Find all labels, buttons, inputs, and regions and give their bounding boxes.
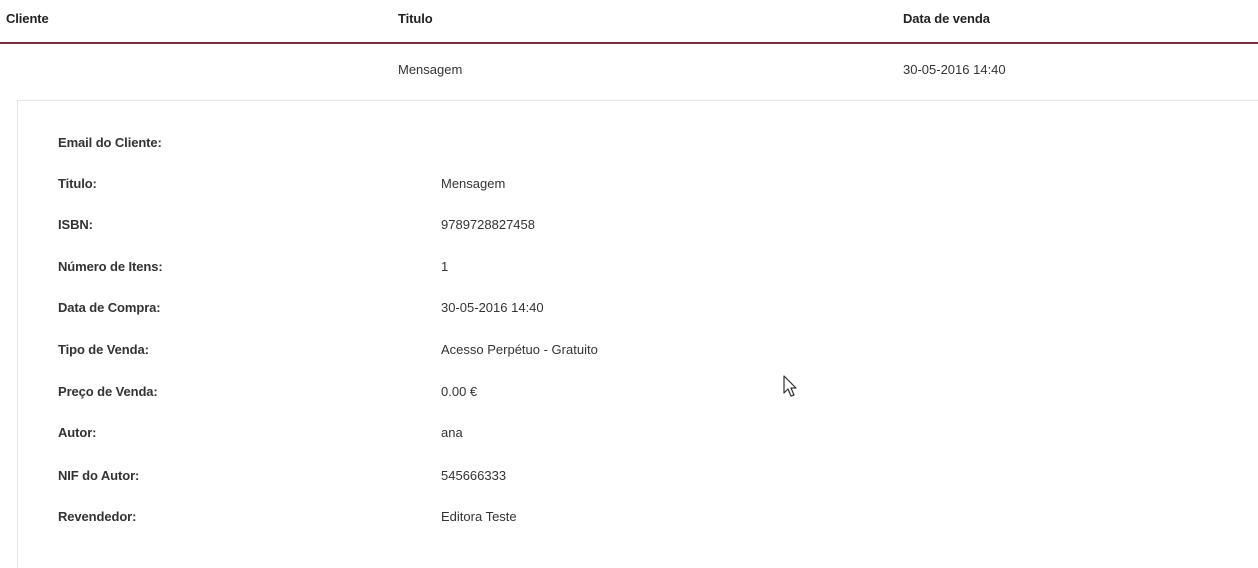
cell-sale-date: 30-05-2016 14:40 (903, 62, 1006, 77)
detail-label: Data de Compra: (58, 300, 161, 315)
detail-label: Autor: (58, 425, 97, 440)
detail-label: Revendedor: (58, 509, 137, 524)
detail-row-author-nif: NIF do Autor: 545666333 (18, 468, 1018, 488)
detail-row-sale-type: Tipo de Venda: Acesso Perpétuo - Gratuit… (18, 342, 1018, 362)
detail-row-author: Autor: ana (18, 425, 1018, 445)
header-client[interactable]: Cliente (6, 11, 49, 26)
detail-value: 30-05-2016 14:40 (441, 300, 544, 315)
header-title[interactable]: Titulo (398, 11, 433, 26)
detail-label: Preço de Venda: (58, 384, 158, 399)
sale-detail-panel: Email do Cliente: Titulo: Mensagem ISBN:… (17, 100, 1258, 568)
sales-table-header: Cliente Titulo Data de venda (0, 0, 1258, 44)
detail-row-client-email: Email do Cliente: (18, 135, 1018, 155)
detail-value: Editora Teste (441, 509, 517, 524)
detail-label: NIF do Autor: (58, 468, 140, 483)
detail-value: ana (441, 425, 463, 440)
detail-value: Acesso Perpétuo - Gratuito (441, 342, 598, 357)
detail-value: 0.00 € (441, 384, 478, 399)
detail-value: 9789728827458 (441, 217, 535, 232)
detail-label: Número de Itens: (58, 259, 163, 274)
detail-row-purchase-date: Data de Compra: 30-05-2016 14:40 (18, 300, 1018, 320)
detail-value: 545666333 (441, 468, 507, 483)
detail-label: ISBN: (58, 217, 93, 232)
table-row[interactable]: Mensagem 30-05-2016 14:40 (0, 46, 1258, 98)
header-sale-date[interactable]: Data de venda (903, 11, 990, 26)
detail-row-reseller: Revendedor: Editora Teste (18, 509, 1018, 529)
detail-label: Email do Cliente: (58, 135, 162, 150)
detail-row-isbn: ISBN: 9789728827458 (18, 217, 1018, 237)
detail-row-sale-price: Preço de Venda: 0.00 € (18, 384, 1018, 404)
detail-value: 1 (441, 259, 449, 274)
detail-row-title: Titulo: Mensagem (18, 176, 1018, 196)
detail-label: Titulo: (58, 176, 97, 191)
detail-row-item-count: Número de Itens: 1 (18, 259, 1018, 279)
detail-label: Tipo de Venda: (58, 342, 149, 357)
detail-value: Mensagem (441, 176, 506, 191)
mouse-pointer-icon (783, 375, 797, 397)
cell-title: Mensagem (398, 62, 463, 77)
